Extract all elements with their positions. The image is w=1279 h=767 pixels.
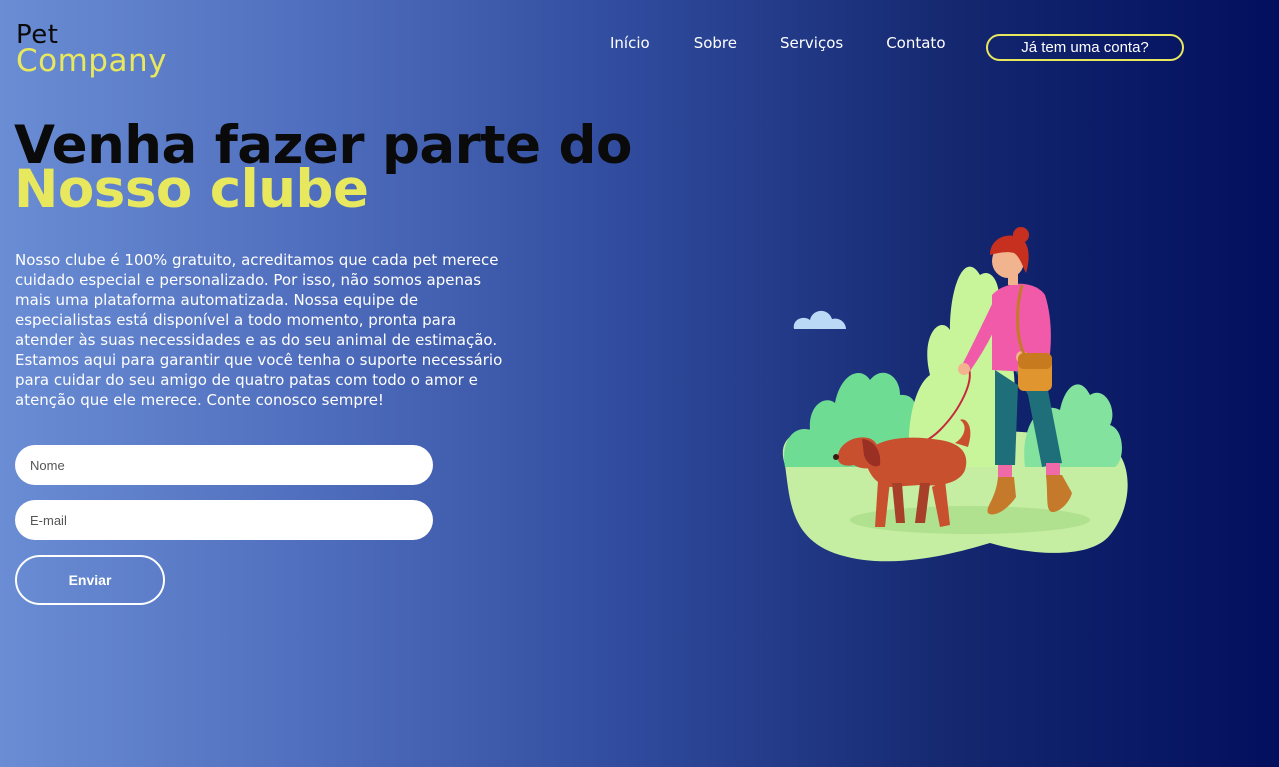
bag-flap — [1018, 353, 1052, 369]
submit-button[interactable]: Enviar — [15, 555, 165, 605]
hero-title: Venha fazer parte do Nosso clube — [14, 119, 632, 216]
hero-description: Nosso clube é 100% gratuito, acreditamos… — [15, 251, 503, 409]
woman-pants-left — [995, 370, 1018, 465]
name-input[interactable] — [15, 445, 433, 485]
brand-logo-line2: Company — [16, 43, 167, 79]
nav-link-servicos[interactable]: Serviços — [780, 34, 843, 52]
dog-nose — [833, 454, 839, 460]
woman-hand-left — [958, 363, 970, 375]
woman-sock-left — [998, 465, 1012, 479]
brand-logo[interactable]: Pet Company — [16, 22, 167, 79]
login-button[interactable]: Já tem uma conta? — [986, 34, 1184, 61]
woman-hair-bun — [1013, 227, 1029, 243]
nav-link-sobre[interactable]: Sobre — [694, 34, 737, 52]
woman-sock-right — [1046, 463, 1060, 477]
nav-link-contato[interactable]: Contato — [886, 34, 945, 52]
woman-walking-dog-illustration — [782, 227, 1128, 562]
cloud-icon — [793, 310, 846, 329]
nav-link-inicio[interactable]: Início — [610, 34, 650, 52]
email-input[interactable] — [15, 500, 433, 540]
main-nav: Início Sobre Serviços Contato Já tem uma… — [610, 34, 1184, 61]
